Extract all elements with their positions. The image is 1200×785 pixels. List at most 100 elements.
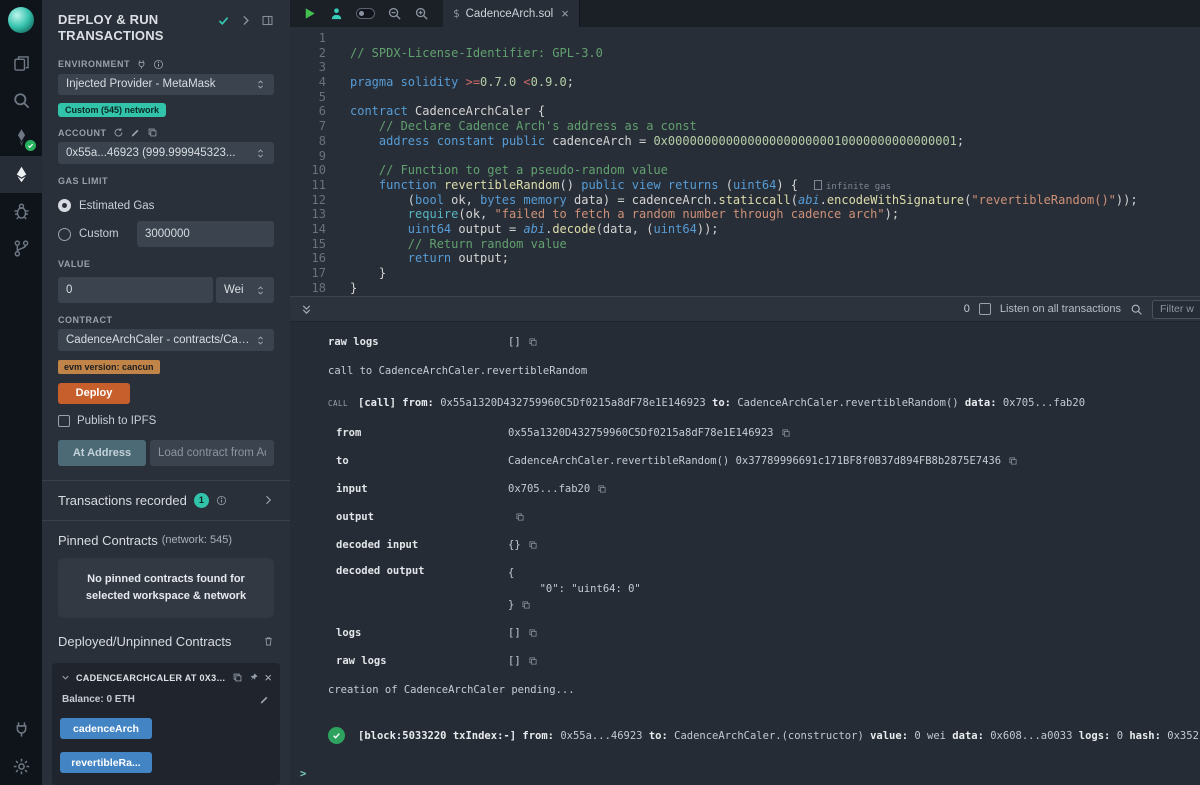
code-editor[interactable]: 123456789101112131415161718 // SPDX-Lice… <box>290 27 1200 296</box>
copy-icon[interactable] <box>232 672 243 683</box>
custom-gas-label: Custom <box>79 228 129 240</box>
copy-icon[interactable] <box>528 540 538 550</box>
compile-success-badge-icon <box>25 140 36 151</box>
copy-icon[interactable] <box>515 512 525 522</box>
estimated-gas-radio[interactable] <box>58 199 71 212</box>
code-line: } <box>350 266 1200 281</box>
network-badge: Custom (545) network <box>58 103 166 117</box>
deployed-contracts-title: Deployed/Unpinned Contracts <box>42 618 290 657</box>
contract-select[interactable]: CadenceArchCaler - contracts/Cac... <box>58 329 274 351</box>
line-number: 11 <box>290 178 326 193</box>
copy-icon[interactable] <box>1008 456 1018 466</box>
copy-icon[interactable] <box>528 628 538 638</box>
zoom-in-icon[interactable] <box>414 6 429 21</box>
copy-icon[interactable] <box>597 484 607 494</box>
activity-bar <box>0 0 42 785</box>
terminal-prompt[interactable]: > <box>300 768 1200 780</box>
close-icon[interactable]: × <box>264 671 272 684</box>
contract-function-button[interactable]: revertibleRa... <box>60 752 152 773</box>
tab-cadencearch-sol[interactable]: $ CadenceArch.sol × <box>443 0 580 27</box>
terminal-collapse-icon[interactable] <box>300 303 313 316</box>
value-input[interactable] <box>58 277 213 303</box>
trash-icon[interactable] <box>263 636 274 647</box>
deployed-contract-card: CADENCEARCHCALER AT 0X37... × Balance: 0… <box>52 663 280 785</box>
chevron-right-icon[interactable] <box>262 494 274 506</box>
plugin-manager-icon[interactable] <box>0 711 42 748</box>
deploy-button[interactable]: Deploy <box>58 383 130 404</box>
copy-icon[interactable] <box>521 600 531 610</box>
pin-icon[interactable] <box>248 672 259 683</box>
custom-gas-input[interactable] <box>137 221 274 247</box>
toggle-icon[interactable] <box>356 8 375 19</box>
edit-icon[interactable] <box>130 127 141 138</box>
refresh-icon[interactable] <box>113 127 124 138</box>
tx-detail-row: input0x705...fab20 <box>328 475 1200 503</box>
terminal[interactable]: raw logs [] call to CadenceArchCaler.rev… <box>290 322 1200 785</box>
transactions-recorded-row[interactable]: Transactions recorded 1 <box>42 481 290 520</box>
tx-detail-row: output <box>328 503 1200 531</box>
account-select[interactable]: 0x55a...46923 (999.999945323... <box>58 142 274 164</box>
plug-icon <box>136 59 147 70</box>
close-tab-icon[interactable]: × <box>561 6 569 21</box>
copy-icon[interactable] <box>781 428 791 438</box>
at-address-input[interactable] <box>150 440 274 466</box>
tx-detail-label: logs <box>336 627 508 639</box>
zoom-out-icon[interactable] <box>387 6 402 21</box>
code-line <box>350 31 1200 46</box>
tx-detail-value: 0x705...fab20 <box>508 483 607 495</box>
file-explorer-icon[interactable] <box>0 45 42 82</box>
chevron-right-icon[interactable] <box>239 14 252 27</box>
line-number: 17 <box>290 266 326 281</box>
environment-select[interactable]: Injected Provider - MetaMask <box>58 74 274 96</box>
copy-icon[interactable] <box>528 337 538 347</box>
pinned-contracts-title: Pinned Contracts(network: 545) <box>42 521 290 556</box>
copy-icon[interactable] <box>147 127 158 138</box>
play-icon[interactable] <box>302 6 317 21</box>
line-numbers: 123456789101112131415161718 <box>290 31 336 296</box>
code-content[interactable]: // SPDX-License-Identifier: GPL-3.0 prag… <box>336 31 1200 296</box>
filter-input[interactable] <box>1152 300 1200 319</box>
pin-panel-icon[interactable] <box>261 14 274 27</box>
chevron-down-icon[interactable] <box>60 672 71 683</box>
contract-function-button[interactable]: cadenceArch <box>60 718 152 739</box>
tx-detail-label: output <box>336 511 508 523</box>
custom-gas-radio[interactable] <box>58 228 71 241</box>
settings-icon[interactable] <box>0 748 42 785</box>
tx-detail-value: [] <box>508 627 538 639</box>
edit-icon[interactable] <box>259 694 270 705</box>
deploy-run-panel: DEPLOY & RUN TRANSACTIONS ENVIRONMENT In… <box>42 0 290 785</box>
remix-logo-icon[interactable] <box>8 7 34 33</box>
updown-icon <box>255 285 266 296</box>
deploy-run-icon[interactable] <box>0 156 42 193</box>
solidity-compiler-icon[interactable] <box>0 119 42 156</box>
at-address-button[interactable]: At Address <box>58 440 146 466</box>
tx-detail-label: input <box>336 483 508 495</box>
code-line: // SPDX-License-Identifier: GPL-3.0 <box>350 46 1200 61</box>
tx-detail-row: decoded input{} <box>328 531 1200 559</box>
info-icon[interactable] <box>153 59 164 70</box>
value-unit-select[interactable]: Wei <box>216 277 274 303</box>
main-area: $ CadenceArch.sol × 12345678910111213141… <box>290 0 1200 785</box>
tx-detail-label: decoded output <box>336 565 508 577</box>
terminal-search-icon[interactable] <box>1130 303 1143 316</box>
block-summary-row[interactable]: [block:5033220 txIndex:-] from: 0x55a...… <box>328 727 1200 744</box>
contract-function-buttons: cadenceArch revertibleRa... <box>60 718 272 773</box>
line-number: 13 <box>290 207 326 222</box>
code-line: // Declare Cadence Arch's address as a c… <box>350 119 1200 134</box>
code-line <box>350 149 1200 164</box>
listen-checkbox[interactable] <box>979 303 991 315</box>
git-icon[interactable] <box>0 230 42 267</box>
tx-detail-value <box>508 512 525 522</box>
search-icon[interactable] <box>0 82 42 119</box>
code-line: return output; <box>350 251 1200 266</box>
copy-icon[interactable] <box>528 656 538 666</box>
info-icon[interactable] <box>216 495 227 506</box>
tx-detail-row: raw logs[] <box>328 647 1200 675</box>
user-icon[interactable] <box>329 6 344 21</box>
code-line <box>350 90 1200 105</box>
debugger-icon[interactable] <box>0 193 42 230</box>
publish-ipfs-checkbox[interactable] <box>58 415 70 427</box>
line-number: 9 <box>290 149 326 164</box>
call-summary-row[interactable]: call [call] from: 0x55a1320D432759960C5D… <box>328 397 1200 409</box>
tx-detail-row: from0x55a1320D432759960C5Df0215a8dF78e1E… <box>328 419 1200 447</box>
